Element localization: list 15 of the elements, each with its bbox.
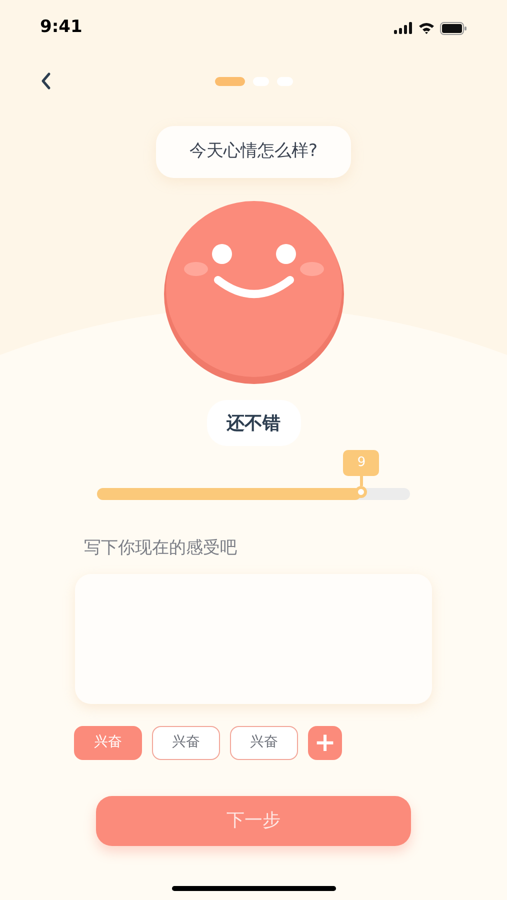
- add-tag-button[interactable]: +: [308, 726, 342, 760]
- signal-icon: [394, 22, 413, 34]
- wifi-icon: [418, 22, 435, 34]
- back-icon[interactable]: [40, 72, 52, 90]
- value-badge: 9: [343, 450, 380, 476]
- tag-chip[interactable]: 兴奋: [230, 726, 298, 760]
- tag-chip[interactable]: 兴奋: [74, 726, 142, 760]
- note-field[interactable]: [75, 574, 432, 704]
- question-bubble: 今天心情怎么样?: [156, 126, 351, 178]
- note-label: 写下你现在的感受吧: [84, 537, 238, 560]
- mood-label: 还不错: [206, 400, 300, 446]
- battery-icon: [440, 22, 467, 34]
- status-time: 9:41: [40, 16, 82, 40]
- next-button[interactable]: 下一步: [96, 796, 411, 846]
- tag-chip[interactable]: 兴奋: [152, 726, 220, 760]
